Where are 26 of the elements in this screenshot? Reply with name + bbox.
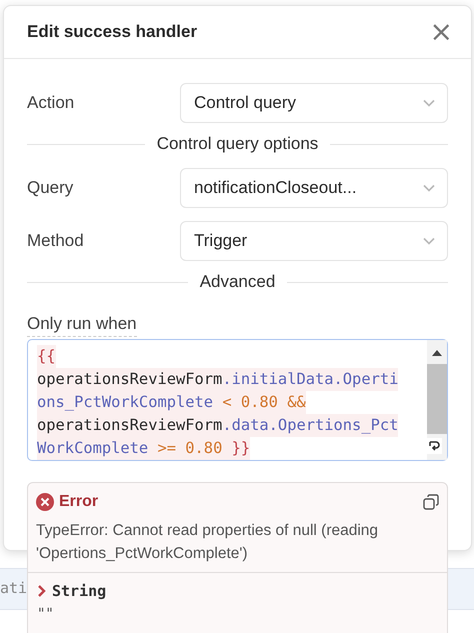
chevron-right-icon[interactable] [37,585,47,597]
field-label: Method [27,231,85,251]
background-text: ati [0,579,28,597]
select-field[interactable]: Trigger [180,221,448,261]
copy-icon[interactable] [423,494,439,510]
chevron-down-icon [423,99,435,107]
close-button[interactable]: × [426,18,457,46]
expand-icon[interactable] [426,438,442,454]
scroll-up-icon [432,350,442,356]
select-field[interactable]: notificationCloseout... [180,168,448,208]
field-label: Action [27,93,76,113]
scrollbar[interactable] [427,340,447,460]
chevron-down-icon [423,237,435,245]
error-message: TypeError: Cannot read properties of null (reading 'Opertions_PctWorkComplete') [35,521,380,564]
section-heading: Control query options [156,134,318,154]
error-title: Error [59,493,100,511]
select-field[interactable]: Control query [180,83,448,123]
error-icon [36,493,54,511]
value-text: "" [36,605,55,622]
value-type: String [52,582,106,600]
field-label: Query [27,178,74,198]
code-editor[interactable]: {{ operationsReviewForm.initialData.Operti ons_PctWorkComplete < 0.80 && operationsReviewForm.data.Opertions_Pct WorkComplete >= 0.80 }} [27,339,448,461]
chevron-down-icon [423,184,435,192]
section-heading: Advanced [200,272,276,292]
dialog-title: Edit success handler [27,22,198,42]
condition-label: Only run when [27,314,137,337]
